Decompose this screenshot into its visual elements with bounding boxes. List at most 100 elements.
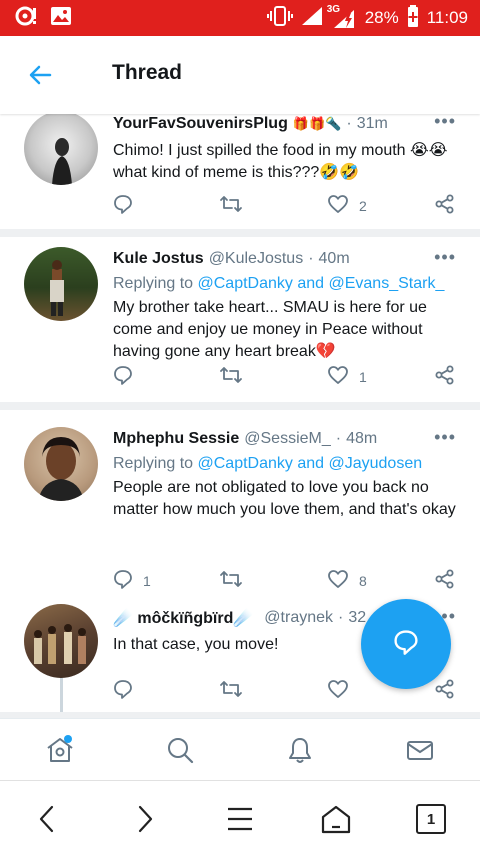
reply-icon xyxy=(113,194,133,217)
reply-icon xyxy=(113,679,133,702)
separator-dot: · xyxy=(346,115,352,132)
tweet-time[interactable]: 40m xyxy=(319,250,350,268)
share-button[interactable] xyxy=(435,679,455,702)
display-name[interactable]: Mphephu Sessie xyxy=(113,430,239,448)
home-nav-button[interactable] xyxy=(45,735,75,765)
tweet-time[interactable]: 31m xyxy=(357,115,388,133)
share-icon xyxy=(435,194,455,217)
display-name[interactable]: Kule Jostus xyxy=(113,250,204,268)
reply-count: 1 xyxy=(143,572,151,589)
browser-back-button[interactable] xyxy=(32,803,64,835)
tweet-text: My brother take heart... SMAU is here fo… xyxy=(113,299,427,360)
like-count: 2 xyxy=(359,197,367,214)
hamburger-menu-icon xyxy=(224,807,256,839)
share-icon xyxy=(435,365,455,388)
tweet-actions: 1 xyxy=(113,365,463,387)
thread-header: Thread xyxy=(0,36,480,114)
heart-icon xyxy=(327,679,349,702)
replying-to-label: Replying to xyxy=(113,275,198,292)
reply-button[interactable] xyxy=(113,365,143,388)
like-count: 8 xyxy=(359,572,367,589)
user-handle[interactable]: @traynek xyxy=(264,609,333,627)
retweet-button[interactable] xyxy=(219,365,243,388)
retweet-icon xyxy=(219,679,243,702)
share-button[interactable] xyxy=(435,365,455,388)
signal-icon xyxy=(301,6,323,31)
search-nav-button[interactable] xyxy=(165,735,195,765)
network-type: 3G xyxy=(326,4,341,15)
avatar[interactable] xyxy=(24,604,98,678)
opera-icon xyxy=(14,5,38,32)
battery-percent: 28% xyxy=(364,8,399,27)
mention-link[interactable]: @CaptDanky xyxy=(198,455,293,472)
mention-link[interactable]: @Jayudosen xyxy=(328,455,422,472)
heart-icon xyxy=(327,569,349,592)
browser-forward-button[interactable] xyxy=(128,803,160,835)
notifications-nav-button[interactable] xyxy=(285,735,315,765)
home-icon xyxy=(45,735,75,769)
tweet[interactable]: YourFavSouvenirsPlug 🎁🎁🔦 · 31m Chimo! I … xyxy=(0,114,480,229)
share-button[interactable] xyxy=(435,569,455,592)
more-options-icon[interactable]: ••• xyxy=(434,247,456,268)
separator-dot: · xyxy=(335,430,342,447)
retweet-icon xyxy=(219,569,243,592)
reply-button[interactable] xyxy=(113,679,143,702)
chevron-right-icon xyxy=(128,805,160,839)
retweet-button[interactable] xyxy=(219,194,243,217)
like-button[interactable] xyxy=(327,679,359,702)
tab-count-icon: 1 xyxy=(416,804,446,834)
share-button[interactable] xyxy=(435,194,455,217)
more-options-icon[interactable]: ••• xyxy=(434,427,456,448)
display-name[interactable]: ☄️ môčkïñgbïrd☄️ xyxy=(113,608,253,628)
user-handle[interactable]: @SessieM_ xyxy=(244,430,331,448)
compose-reply-button[interactable] xyxy=(361,599,451,689)
replying-to-label: Replying to xyxy=(113,455,198,472)
retweet-button[interactable] xyxy=(219,679,243,702)
tweet-actions: 1 8 xyxy=(113,569,463,591)
tweet-header: Mphephu Sessie @SessieM_ · 48m xyxy=(113,429,458,449)
tweet[interactable]: Mphephu Sessie @SessieM_ · 48m Replying … xyxy=(0,410,480,712)
tweet-text: Chimo! I just spilled the food in my mou… xyxy=(113,142,448,181)
replying-to: Replying to @CaptDanky and @Evans_Stark_ xyxy=(113,275,458,293)
browser-tabs-button[interactable]: 1 xyxy=(416,803,448,835)
tweet-header: YourFavSouvenirsPlug 🎁🎁🔦 · 31m xyxy=(113,114,458,134)
tweet-text: People are not obligated to love you bac… xyxy=(113,479,456,518)
avatar[interactable] xyxy=(24,247,98,321)
avatar[interactable] xyxy=(24,114,98,185)
browser-menu-button[interactable] xyxy=(224,803,256,835)
avatar[interactable] xyxy=(24,427,98,501)
reply-button[interactable]: 1 xyxy=(113,569,151,592)
back-arrow-icon[interactable] xyxy=(28,63,54,87)
mention-link[interactable]: @Evans_Stark_ xyxy=(328,275,444,292)
more-options-icon[interactable]: ••• xyxy=(434,114,456,132)
tweet-time[interactable]: 32 xyxy=(348,609,366,627)
replying-and: and xyxy=(292,455,329,472)
separator-dot: · xyxy=(308,250,314,267)
mention-link[interactable]: @CaptDanky xyxy=(198,275,293,292)
retweet-icon xyxy=(219,365,243,388)
tweet-time[interactable]: 48m xyxy=(346,430,377,448)
home-outline-icon xyxy=(320,805,352,839)
share-icon xyxy=(435,569,455,592)
browser-home-button[interactable] xyxy=(320,803,352,835)
like-button[interactable]: 8 xyxy=(327,569,367,592)
user-handle[interactable]: @KuleJostus xyxy=(209,250,304,268)
separator-dot: · xyxy=(338,609,344,626)
heart-icon xyxy=(327,194,349,217)
clock: 11:09 xyxy=(426,8,468,27)
retweet-button[interactable] xyxy=(219,569,243,592)
tab-count: 1 xyxy=(426,810,436,828)
tweet[interactable]: Kule Jostus @KuleJostus · 40m Replying t… xyxy=(0,237,480,402)
tweet-actions: 2 xyxy=(113,194,463,216)
display-name[interactable]: YourFavSouvenirsPlug xyxy=(113,115,288,133)
like-button[interactable]: 1 xyxy=(327,365,367,388)
replying-to: Replying to @CaptDanky and @Jayudosen xyxy=(113,455,458,473)
reply-bubble-icon xyxy=(393,629,419,660)
messages-nav-button[interactable] xyxy=(405,735,435,765)
chevron-left-icon xyxy=(32,805,64,839)
retweet-icon xyxy=(219,194,243,217)
reply-button[interactable] xyxy=(113,194,143,217)
like-button[interactable]: 2 xyxy=(327,194,367,217)
like-count: 1 xyxy=(359,368,367,385)
vibrate-icon xyxy=(266,5,293,31)
